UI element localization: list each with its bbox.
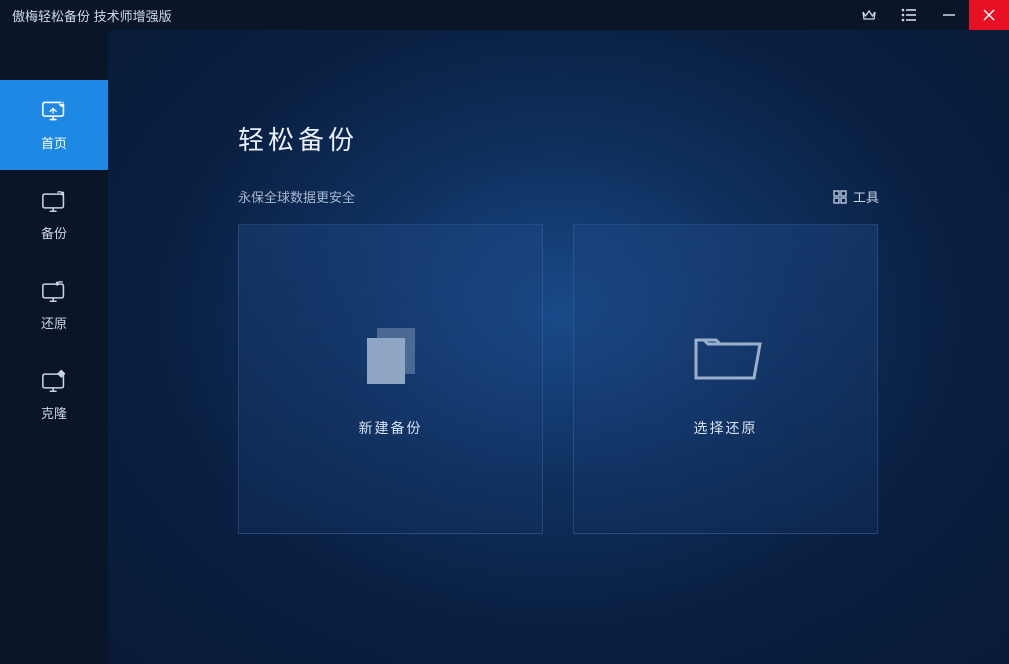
- grid-icon: [833, 190, 847, 204]
- sidebar-item-label: 备份: [41, 223, 67, 242]
- sidebar-item-label: 还原: [41, 313, 67, 332]
- card-select-restore[interactable]: 选择还原: [573, 224, 878, 534]
- page-title: 轻松备份: [238, 120, 879, 157]
- page-subtitle: 永保全球数据更安全: [238, 187, 355, 206]
- minimize-button[interactable]: [929, 0, 969, 30]
- minimize-icon: [942, 8, 956, 22]
- card-label: 新建备份: [359, 418, 423, 438]
- titlebar-actions: [849, 0, 1009, 30]
- folder-icon: [686, 320, 766, 390]
- restore-icon: [40, 279, 68, 303]
- sidebar-item-label: 克隆: [41, 403, 67, 422]
- sidebar-item-label: 首页: [41, 133, 67, 152]
- card-label: 选择还原: [694, 418, 758, 438]
- clone-icon: [40, 369, 68, 393]
- tools-label: 工具: [853, 187, 879, 206]
- crown-button[interactable]: [849, 0, 889, 30]
- menu-button[interactable]: [889, 0, 929, 30]
- sidebar-item-backup[interactable]: 备份: [0, 170, 108, 260]
- sidebar-item-clone[interactable]: 克隆: [0, 350, 108, 440]
- documents-icon: [351, 320, 431, 390]
- home-icon: [40, 99, 68, 123]
- main-content: 轻松备份 永保全球数据更安全 工具: [108, 30, 1009, 664]
- close-button[interactable]: [969, 0, 1009, 30]
- close-icon: [982, 8, 996, 22]
- tools-link[interactable]: 工具: [833, 187, 879, 206]
- menu-list-icon: [901, 8, 917, 22]
- sidebar-item-restore[interactable]: 还原: [0, 260, 108, 350]
- crown-icon: [861, 8, 877, 22]
- titlebar: 傲梅轻松备份 技术师增强版: [0, 0, 1009, 30]
- sidebar-item-home[interactable]: 首页: [0, 80, 108, 170]
- app-title: 傲梅轻松备份 技术师增强版: [12, 6, 849, 25]
- sidebar: 首页 备份 还原 克隆: [0, 30, 108, 664]
- backup-icon: [40, 189, 68, 213]
- card-new-backup[interactable]: 新建备份: [238, 224, 543, 534]
